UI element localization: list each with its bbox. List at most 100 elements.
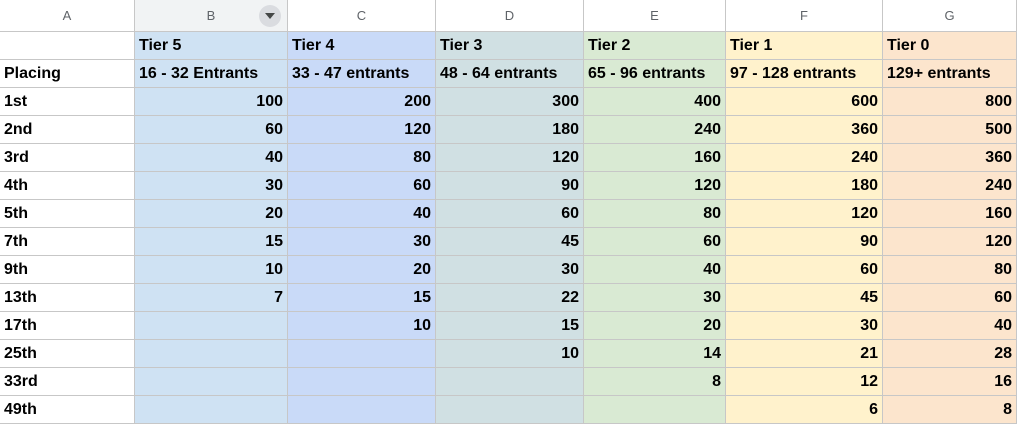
cell-a[interactable]: 3rd <box>0 144 135 172</box>
cell-g[interactable]: 240 <box>883 172 1017 200</box>
cell-f[interactable]: 45 <box>726 284 883 312</box>
cell-b[interactable]: 16 - 32 Entrants <box>135 60 288 88</box>
cell-e[interactable]: 60 <box>584 228 726 256</box>
cell-c[interactable]: 60 <box>288 172 436 200</box>
cell-e[interactable]: Tier 2 <box>584 32 726 60</box>
cell-b[interactable]: 15 <box>135 228 288 256</box>
cell-c[interactable]: 80 <box>288 144 436 172</box>
cell-a[interactable]: 1st <box>0 88 135 116</box>
column-header-e[interactable]: E <box>584 0 726 32</box>
column-header-c[interactable]: C <box>288 0 436 32</box>
cell-f[interactable]: 30 <box>726 312 883 340</box>
column-header-g[interactable]: G <box>883 0 1017 32</box>
cell-b[interactable]: 40 <box>135 144 288 172</box>
cell-f[interactable]: 12 <box>726 368 883 396</box>
cell-d[interactable]: 300 <box>436 88 584 116</box>
cell-e[interactable]: 120 <box>584 172 726 200</box>
cell-c[interactable] <box>288 340 436 368</box>
cell-f[interactable]: 120 <box>726 200 883 228</box>
column-header-a[interactable]: A <box>0 0 135 32</box>
cell-e[interactable]: 160 <box>584 144 726 172</box>
cell-g[interactable]: 120 <box>883 228 1017 256</box>
cell-f[interactable]: 600 <box>726 88 883 116</box>
cell-c[interactable]: 20 <box>288 256 436 284</box>
cell-g[interactable]: 360 <box>883 144 1017 172</box>
cell-a[interactable]: 7th <box>0 228 135 256</box>
cell-e[interactable]: 80 <box>584 200 726 228</box>
cell-g[interactable]: 160 <box>883 200 1017 228</box>
cell-a[interactable]: 5th <box>0 200 135 228</box>
cell-e[interactable]: 30 <box>584 284 726 312</box>
cell-g[interactable]: Tier 0 <box>883 32 1017 60</box>
cell-a[interactable]: 9th <box>0 256 135 284</box>
column-header-d[interactable]: D <box>436 0 584 32</box>
cell-c[interactable]: 15 <box>288 284 436 312</box>
cell-a[interactable]: 2nd <box>0 116 135 144</box>
cell-d[interactable] <box>436 396 584 424</box>
cell-a[interactable]: Placing <box>0 60 135 88</box>
cell-d[interactable]: 22 <box>436 284 584 312</box>
cell-g[interactable]: 800 <box>883 88 1017 116</box>
cell-c[interactable]: 30 <box>288 228 436 256</box>
cell-g[interactable]: 28 <box>883 340 1017 368</box>
cell-d[interactable]: 120 <box>436 144 584 172</box>
cell-c[interactable] <box>288 396 436 424</box>
cell-e[interactable]: 400 <box>584 88 726 116</box>
cell-c[interactable]: 120 <box>288 116 436 144</box>
cell-d[interactable]: 60 <box>436 200 584 228</box>
cell-c[interactable] <box>288 368 436 396</box>
cell-c[interactable]: 33 - 47 entrants <box>288 60 436 88</box>
cell-a[interactable]: 4th <box>0 172 135 200</box>
cell-d[interactable]: 15 <box>436 312 584 340</box>
cell-f[interactable]: 21 <box>726 340 883 368</box>
cell-e[interactable] <box>584 396 726 424</box>
cell-c[interactable]: 200 <box>288 88 436 116</box>
cell-a[interactable]: 25th <box>0 340 135 368</box>
cell-f[interactable]: 180 <box>726 172 883 200</box>
cell-e[interactable]: 40 <box>584 256 726 284</box>
cell-b[interactable] <box>135 368 288 396</box>
cell-e[interactable]: 65 - 96 entrants <box>584 60 726 88</box>
cell-e[interactable]: 14 <box>584 340 726 368</box>
cell-g[interactable]: 129+ entrants <box>883 60 1017 88</box>
cell-g[interactable]: 8 <box>883 396 1017 424</box>
filter-dropdown-icon[interactable] <box>259 5 281 27</box>
cell-g[interactable]: 80 <box>883 256 1017 284</box>
cell-b[interactable] <box>135 340 288 368</box>
cell-e[interactable]: 240 <box>584 116 726 144</box>
cell-g[interactable]: 60 <box>883 284 1017 312</box>
cell-f[interactable]: 60 <box>726 256 883 284</box>
cell-d[interactable] <box>436 368 584 396</box>
cell-a[interactable]: 17th <box>0 312 135 340</box>
cell-f[interactable]: 6 <box>726 396 883 424</box>
cell-d[interactable]: 48 - 64 entrants <box>436 60 584 88</box>
cell-f[interactable]: 360 <box>726 116 883 144</box>
cell-d[interactable]: 45 <box>436 228 584 256</box>
cell-f[interactable]: 97 - 128 entrants <box>726 60 883 88</box>
cell-b[interactable]: 30 <box>135 172 288 200</box>
cell-b[interactable]: 10 <box>135 256 288 284</box>
cell-c[interactable]: 40 <box>288 200 436 228</box>
cell-a[interactable] <box>0 32 135 60</box>
cell-g[interactable]: 16 <box>883 368 1017 396</box>
column-header-b[interactable]: B <box>135 0 288 32</box>
cell-d[interactable]: 10 <box>436 340 584 368</box>
cell-b[interactable]: 20 <box>135 200 288 228</box>
cell-a[interactable]: 33rd <box>0 368 135 396</box>
cell-d[interactable]: 90 <box>436 172 584 200</box>
cell-b[interactable]: 7 <box>135 284 288 312</box>
column-header-f[interactable]: F <box>726 0 883 32</box>
cell-b[interactable]: Tier 5 <box>135 32 288 60</box>
cell-d[interactable]: 180 <box>436 116 584 144</box>
cell-b[interactable] <box>135 396 288 424</box>
cell-d[interactable]: 30 <box>436 256 584 284</box>
cell-f[interactable]: 240 <box>726 144 883 172</box>
cell-b[interactable]: 60 <box>135 116 288 144</box>
spreadsheet-grid[interactable]: A B C D E F G Tier 5 Tier 4 Tier 3 Tier 2 Ti… <box>0 0 1017 424</box>
cell-e[interactable]: 20 <box>584 312 726 340</box>
cell-c[interactable]: Tier 4 <box>288 32 436 60</box>
cell-a[interactable]: 49th <box>0 396 135 424</box>
cell-c[interactable]: 10 <box>288 312 436 340</box>
cell-f[interactable]: 90 <box>726 228 883 256</box>
cell-g[interactable]: 500 <box>883 116 1017 144</box>
